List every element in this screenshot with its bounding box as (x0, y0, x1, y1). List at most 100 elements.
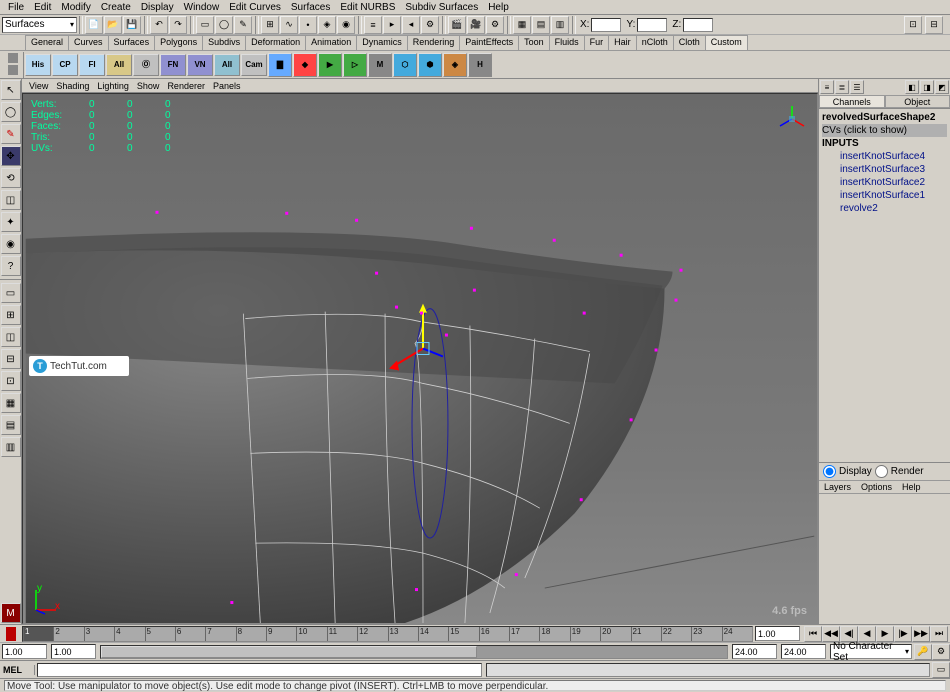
rp-show1-icon[interactable]: ◧ (905, 80, 919, 94)
shelf-tab-painteffects[interactable]: PaintEffects (459, 35, 519, 50)
input-node[interactable]: insertKnotSurface4 (822, 150, 947, 163)
layout4-icon[interactable]: ▦ (1, 393, 21, 413)
shelf-tab-fluids[interactable]: Fluids (549, 35, 585, 50)
channels-tab[interactable]: Channels (819, 95, 885, 108)
menu-display[interactable]: Display (136, 2, 179, 13)
time-track[interactable]: 1 2 3 4 5 6 7 8 9 10 11 12 13 14 15 16 1… (22, 626, 753, 642)
range-handle[interactable] (101, 646, 477, 658)
last-tool[interactable]: ? (1, 256, 21, 276)
shelf-menu-icon[interactable] (8, 53, 18, 63)
render-globals-icon[interactable]: ⚙ (486, 16, 504, 34)
shelf-play-icon[interactable]: ▷ (343, 53, 367, 77)
current-time-field[interactable] (755, 626, 800, 641)
quick-layout2-icon[interactable]: ▤ (532, 16, 550, 34)
snap-grid-icon[interactable]: ⊞ (261, 16, 279, 34)
shelf-tab-hair[interactable]: Hair (608, 35, 637, 50)
step-back-button[interactable]: ◀◀ (822, 626, 840, 642)
layers-options-menu[interactable]: Options (856, 481, 897, 493)
select-tool[interactable]: ↖ (1, 80, 21, 100)
snap-curve-icon[interactable]: ∿ (280, 16, 298, 34)
rp-layout3-icon[interactable]: ☰ (850, 80, 864, 94)
shelf-all-button[interactable]: All (106, 54, 132, 76)
character-set-dropdown[interactable]: No Character Set (830, 644, 912, 659)
shelf-hshd-icon[interactable]: H (468, 53, 492, 77)
maya-icon[interactable]: M (1, 603, 21, 623)
output-ops-icon[interactable]: ◂ (402, 16, 420, 34)
key-icon[interactable] (6, 634, 16, 641)
shelf-his-button[interactable]: His (25, 54, 51, 76)
menu-create[interactable]: Create (96, 2, 136, 13)
step-fwd-button[interactable]: ▶▶ (912, 626, 930, 642)
menu-surfaces[interactable]: Surfaces (286, 2, 335, 13)
main-menubar[interactable]: File Edit Modify Create Display Window E… (0, 0, 950, 15)
input-ops-icon[interactable]: ▸ (383, 16, 401, 34)
paint-tool[interactable]: ✎ (1, 124, 21, 144)
manip-tool[interactable]: ✦ (1, 212, 21, 232)
shelf-tab-fur[interactable]: Fur (584, 35, 610, 50)
node-name[interactable]: revolvedSurfaceShape2 (822, 111, 947, 124)
shelf-tab-toon[interactable]: Toon (518, 35, 550, 50)
rp-show3-icon[interactable]: ◩ (935, 80, 949, 94)
range-track[interactable] (100, 645, 728, 659)
rp-layout1-icon[interactable]: ≡ (820, 80, 834, 94)
snap-live-icon[interactable]: ◉ (337, 16, 355, 34)
shelf-fn-button[interactable]: FN (160, 54, 186, 76)
shelf-tab-cloth[interactable]: Cloth (673, 35, 706, 50)
display-radio[interactable] (823, 465, 836, 478)
autokey-icon[interactable] (6, 627, 16, 634)
save-scene-icon[interactable]: 💾 (123, 16, 141, 34)
layers-help-menu[interactable]: Help (897, 481, 926, 493)
shelf-cam-button[interactable]: Cam (241, 54, 267, 76)
paint-select-icon[interactable]: ✎ (234, 16, 252, 34)
menu-file[interactable]: File (3, 2, 29, 13)
shelf-tab-curves[interactable]: Curves (68, 35, 109, 50)
quick-layout-icon[interactable]: ▦ (513, 16, 531, 34)
x-input[interactable] (591, 18, 621, 32)
menu-window[interactable]: Window (179, 2, 225, 13)
range-start-field[interactable] (51, 644, 96, 659)
viewport[interactable]: Verts:000 Edges:000 Faces:000 Tris:000 U… (22, 93, 818, 624)
shelf-trash-icon[interactable] (8, 65, 18, 75)
right-tool1-icon[interactable]: ⊡ (904, 16, 922, 34)
move-tool[interactable]: ✥ (1, 146, 21, 166)
layers-list[interactable] (819, 494, 950, 624)
mel-label[interactable]: MEL (0, 665, 35, 675)
anim-start-field[interactable] (2, 644, 47, 659)
menu-edit[interactable]: Edit (29, 2, 56, 13)
module-dropdown[interactable]: Surfaces (2, 17, 77, 33)
view-menu-panels[interactable]: Panels (209, 81, 245, 91)
play-fwd-button[interactable]: ▶ (876, 626, 894, 642)
viewport-menu[interactable]: View Shading Lighting Show Renderer Pane… (22, 79, 818, 93)
next-key-button[interactable]: |▶ (894, 626, 912, 642)
construction-history-icon[interactable]: ⚙ (421, 16, 439, 34)
render-icon[interactable]: 🎬 (448, 16, 466, 34)
play-back-button[interactable]: ◀ (858, 626, 876, 642)
shelf-tool1-icon[interactable]: ⬡ (393, 53, 417, 77)
shelf-tool3-icon[interactable]: ◈ (443, 53, 467, 77)
scale-tool[interactable]: ◫ (1, 190, 21, 210)
view-menu-view[interactable]: View (25, 81, 52, 91)
shelf-mel-icon[interactable]: M (368, 53, 392, 77)
view-menu-shading[interactable]: Shading (52, 81, 93, 91)
soft-mod-tool[interactable]: ◉ (1, 234, 21, 254)
anim-prefs-icon[interactable]: ⚙ (932, 644, 950, 660)
shelf-tool2-icon[interactable]: ⬢ (418, 53, 442, 77)
input-node[interactable]: revolve2 (822, 202, 947, 215)
menu-modify[interactable]: Modify (56, 2, 95, 13)
shelf-tab-polygons[interactable]: Polygons (154, 35, 203, 50)
range-end-field[interactable] (732, 644, 777, 659)
four-view-icon[interactable]: ⊞ (1, 305, 21, 325)
menu-subdiv[interactable]: Subdiv Surfaces (400, 2, 483, 13)
view-menu-renderer[interactable]: Renderer (163, 81, 209, 91)
shelf-tab-rendering[interactable]: Rendering (407, 35, 461, 50)
layers-menu[interactable]: Layers (819, 481, 856, 493)
layout5-icon[interactable]: ▤ (1, 415, 21, 435)
input-node[interactable]: insertKnotSurface3 (822, 163, 947, 176)
layout1-icon[interactable]: ◫ (1, 327, 21, 347)
go-start-button[interactable]: ⏮ (804, 626, 822, 642)
right-tool2-icon[interactable]: ⊟ (925, 16, 943, 34)
shelf-tab-subdivs[interactable]: Subdivs (202, 35, 246, 50)
rp-layout2-icon[interactable]: ≣ (835, 80, 849, 94)
history-icon[interactable]: ≡ (364, 16, 382, 34)
snap-point-icon[interactable]: • (299, 16, 317, 34)
